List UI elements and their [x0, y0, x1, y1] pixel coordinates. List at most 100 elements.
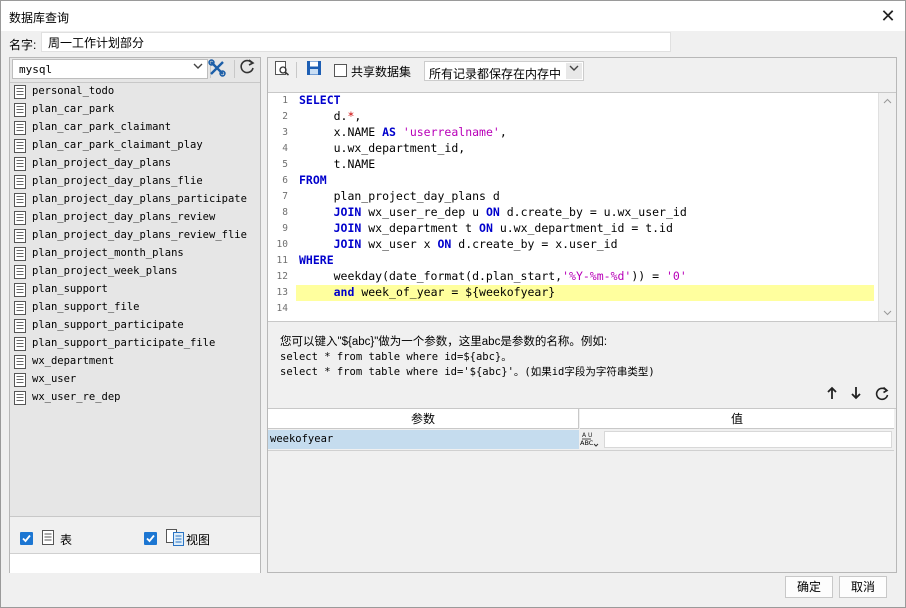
table-list-item[interactable]: plan_car_park	[14, 101, 254, 119]
parameter-table: 参数 值 weekofyear A U ABC	[268, 408, 896, 572]
table-filter-input[interactable]	[10, 553, 260, 573]
table-list-item[interactable]: wx_user	[14, 371, 254, 389]
table-name: wx_user_re_dep	[32, 391, 121, 403]
column-header-parameter[interactable]: 参数	[268, 409, 579, 429]
table-name: plan_project_day_plans_review_flie	[32, 229, 247, 241]
table-list-item[interactable]: plan_project_day_plans_review	[14, 209, 254, 227]
move-down-icon[interactable]	[846, 386, 866, 406]
line-number: 2	[282, 111, 288, 122]
table-list-item[interactable]: plan_car_park_claimant_play	[14, 137, 254, 155]
line-number: 14	[276, 303, 288, 314]
show-tables-label: 表	[60, 533, 73, 547]
table-icon	[14, 211, 26, 225]
table-list-item[interactable]: plan_project_day_plans_flie	[14, 173, 254, 191]
table-icon	[14, 229, 26, 243]
object-type-filter: 表 视图	[10, 516, 260, 573]
parameter-hint: 您可以键入"${abc}"做为一个参数，这里abc是参数的名称。例如:	[280, 336, 608, 348]
table-list-item[interactable]: wx_user_re_dep	[14, 389, 254, 407]
line-number: 11	[276, 255, 288, 266]
dialog-title: 数据库查询	[9, 11, 70, 25]
database-select-value: mysql	[19, 63, 53, 76]
storage-mode-select[interactable]: 所有记录都保存在内存中	[424, 61, 584, 81]
table-name: plan_project_week_plans	[32, 265, 178, 277]
line-number: 4	[282, 143, 288, 154]
toolbar-separator	[296, 62, 297, 78]
table-name: plan_support_participate	[32, 319, 184, 331]
cancel-button[interactable]: 取消	[839, 576, 887, 598]
table-list-item[interactable]: plan_project_month_plans	[14, 245, 254, 263]
table-icon	[14, 193, 26, 207]
parameter-hint-example: select * from table where id=${abc}。	[280, 351, 512, 363]
refresh-icon[interactable]	[236, 58, 258, 80]
save-icon[interactable]	[304, 60, 324, 80]
query-editor-panel: 共享数据集 所有记录都保存在内存中 1 2 3 4 5 6 7 8 9 10 11 12 13 14 SE…	[267, 57, 897, 573]
table-icon	[14, 373, 26, 387]
sql-editor[interactable]: 1 2 3 4 5 6 7 8 9 10 11 12 13 14 SELECT d.*, x.NAME A…	[268, 92, 896, 322]
table-name: plan_project_month_plans	[32, 247, 184, 259]
table-list-item[interactable]: plan_car_park_claimant	[14, 119, 254, 137]
table-list[interactable]: personal_todo plan_car_park plan_car_park_…	[10, 82, 260, 516]
code-line: WHERE	[299, 253, 334, 267]
view-icon	[166, 529, 184, 549]
line-number: 1	[282, 95, 288, 106]
show-views-checkbox[interactable]	[144, 532, 157, 545]
refresh-parameters-icon[interactable]	[872, 386, 892, 406]
table-icon	[14, 391, 26, 405]
scroll-up-icon[interactable]	[879, 93, 896, 109]
editor-scrollbar[interactable]	[878, 93, 896, 321]
share-dataset-checkbox[interactable]	[334, 64, 347, 77]
show-views-label: 视图	[186, 533, 211, 547]
database-select[interactable]: mysql	[12, 59, 208, 79]
line-number: 13	[276, 287, 288, 298]
parameter-hint-example: select * from table where id='${abc}'。(如…	[280, 366, 655, 378]
column-header-value[interactable]: 值	[580, 409, 894, 429]
name-input[interactable]	[41, 32, 671, 52]
table-list-item[interactable]: plan_support_participate	[14, 317, 254, 335]
ok-button[interactable]: 确定	[785, 576, 833, 598]
code-line: JOIN wx_department t ON u.wx_department_…	[333, 221, 673, 235]
table-name: plan_project_day_plans_flie	[32, 175, 203, 187]
table-name: plan_support_file	[32, 301, 140, 313]
show-tables-checkbox[interactable]	[20, 532, 33, 545]
chevron-down-icon	[190, 61, 206, 77]
table-list-item[interactable]: plan_project_week_plans	[14, 263, 254, 281]
table-list-item[interactable]: plan_support_file	[14, 299, 254, 317]
table-name: plan_car_park_claimant_play	[32, 139, 203, 151]
table-icon	[14, 355, 26, 369]
table-list-item[interactable]: wx_department	[14, 353, 254, 371]
line-number: 7	[282, 191, 288, 202]
table-name: personal_todo	[32, 85, 115, 97]
move-up-icon[interactable]	[822, 386, 842, 406]
code-line: t.NAME	[299, 157, 376, 171]
table-name: plan_project_day_plans_participate	[32, 193, 247, 205]
connection-settings-icon[interactable]	[206, 58, 228, 80]
preview-icon[interactable]	[272, 60, 292, 80]
code-line: and week_of_year = ${weekofyear}	[333, 285, 556, 299]
table-list-item[interactable]: plan_project_day_plans_participate	[14, 191, 254, 209]
table-icon	[14, 175, 26, 189]
code-line: SELECT	[299, 93, 341, 107]
share-dataset-label: 共享数据集	[351, 65, 412, 79]
table-icon	[42, 530, 54, 548]
table-list-item[interactable]: plan_project_day_plans	[14, 155, 254, 173]
table-icon	[14, 121, 26, 135]
parameter-value-input[interactable]	[604, 431, 892, 448]
string-type-icon[interactable]: A U ABC	[580, 430, 602, 449]
table-name: plan_car_park_claimant	[32, 121, 172, 133]
table-icon	[14, 319, 26, 333]
table-list-item[interactable]: plan_project_day_plans_review_flie	[14, 227, 254, 245]
chevron-down-icon	[566, 63, 582, 79]
close-icon[interactable]: ✕	[877, 5, 899, 27]
table-name: plan_project_day_plans_review	[32, 211, 216, 223]
code-line: JOIN wx_user x ON d.create_by = x.user_i…	[333, 237, 618, 251]
scroll-down-icon[interactable]	[879, 305, 896, 321]
storage-mode-value: 所有记录都保存在内存中	[429, 67, 562, 81]
table-list-item[interactable]: plan_support	[14, 281, 254, 299]
code-line: d.*,	[299, 109, 362, 123]
parameter-name-cell[interactable]: weekofyear	[268, 430, 579, 449]
table-icon	[14, 301, 26, 315]
title-bar: 数据库查询 ✕	[1, 1, 905, 31]
code-line: plan_project_day_plans d	[299, 189, 500, 203]
table-list-item[interactable]: personal_todo	[14, 83, 254, 101]
table-list-item[interactable]: plan_support_participate_file	[14, 335, 254, 353]
